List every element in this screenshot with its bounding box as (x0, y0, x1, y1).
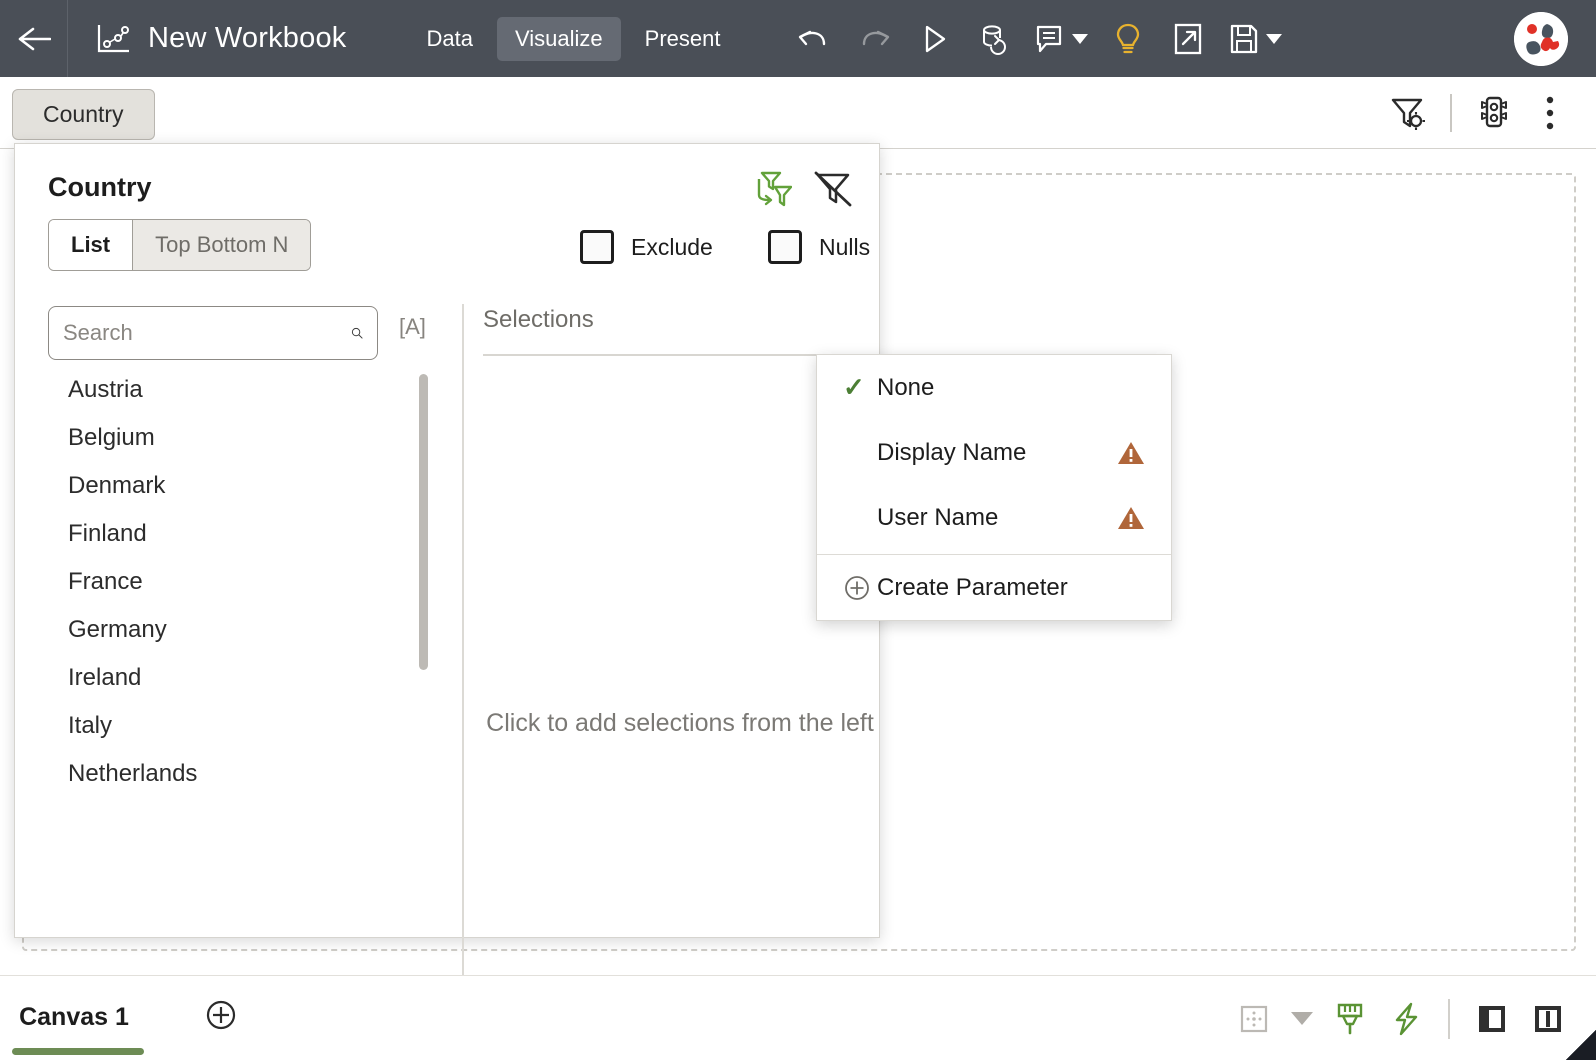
top-header-bar: New Workbook Data Visualize Present (0, 0, 1596, 77)
redo-icon[interactable] (844, 11, 904, 67)
resize-corner[interactable] (1566, 1030, 1596, 1060)
chevron-down-icon[interactable] (1265, 33, 1282, 44)
header-toolbar (784, 11, 1292, 67)
filter-editor-panel: Country List Top Bottom N Exclude Nulls … (14, 143, 880, 1060)
back-button[interactable] (0, 0, 68, 77)
bottom-toolbar (1226, 976, 1576, 1060)
tab-data[interactable]: Data (409, 17, 491, 61)
filter-mode-top-bottom-n[interactable]: Top Bottom N (132, 220, 311, 270)
bottom-status-bar: Canvas 1 (0, 975, 1596, 1060)
dropdown-item-label: User Name (877, 503, 999, 531)
undo-icon[interactable] (784, 11, 844, 67)
dropdown-item-display-name[interactable]: Display Name (817, 420, 1171, 485)
list-item[interactable]: Germany (48, 606, 448, 654)
bottom-toolbar-divider (1448, 998, 1450, 1039)
filter-panel-header-icons (747, 166, 857, 212)
dropdown-item-label: None (877, 373, 935, 401)
chevron-down-icon[interactable] (1071, 33, 1088, 44)
dropdown-item-label: Display Name (877, 438, 1027, 466)
exclude-checkbox-box[interactable] (580, 230, 614, 264)
subbar-toolbar (1380, 77, 1578, 149)
filter-panel-title: Country (48, 172, 152, 202)
dropdown-item-label: Create Parameter (877, 573, 1068, 601)
left-panel-toggle-icon[interactable] (1464, 991, 1520, 1047)
exclude-checkbox[interactable]: Exclude (580, 230, 713, 264)
clear-filter-icon[interactable] (809, 166, 857, 212)
check-icon: ✓ (843, 372, 865, 402)
panel-vertical-divider (462, 304, 464, 1054)
share-export-icon[interactable] (1158, 11, 1218, 67)
list-item[interactable]: Finland (48, 510, 448, 558)
list-item[interactable]: Ireland (48, 654, 448, 702)
app-root: New Workbook Data Visualize Present Coun… (0, 0, 1596, 1060)
list-item[interactable]: Denmark (48, 462, 448, 510)
quick-actions-lightning-icon[interactable] (1378, 991, 1434, 1047)
header-tabs: Data Visualize Present (409, 16, 739, 61)
list-item[interactable]: France (48, 558, 448, 606)
apply-filters-icon[interactable] (747, 166, 795, 212)
tab-visualize[interactable]: Visualize (496, 16, 621, 61)
dropdown-item-create-parameter[interactable]: Create Parameter (817, 555, 1171, 620)
search-input[interactable] (63, 320, 351, 346)
exclude-checkbox-label: Exclude (631, 233, 713, 260)
search-icon (351, 327, 363, 339)
tab-present[interactable]: Present (627, 17, 739, 61)
filter-mode-toggle: List Top Bottom N (48, 219, 312, 271)
nulls-checkbox-label: Nulls (819, 233, 871, 260)
avatar[interactable] (1514, 12, 1568, 66)
nulls-checkbox-box[interactable] (768, 230, 802, 264)
refresh-data-icon[interactable] (964, 11, 1024, 67)
comments-icon[interactable] (1024, 11, 1098, 67)
selections-title: Selections (483, 306, 594, 333)
plus-circle-icon (843, 574, 877, 602)
filter-chip-bar: Country (0, 77, 1596, 149)
canvas-tab[interactable]: Canvas 1 (0, 982, 148, 1052)
filter-chip-country[interactable]: Country (12, 89, 155, 140)
toolbar-divider (1450, 94, 1452, 132)
more-options-icon[interactable] (1522, 85, 1578, 141)
list-scrollbar[interactable] (419, 374, 428, 670)
search-field-wrapper (48, 306, 378, 360)
horizontal-scrollbar[interactable] (12, 1048, 144, 1055)
add-canvas-button[interactable] (204, 998, 238, 1037)
arrow-left-icon (18, 27, 51, 50)
filter-settings-icon[interactable] (1380, 85, 1436, 141)
filter-mode-list[interactable]: List (49, 220, 133, 270)
insights-bulb-icon[interactable] (1098, 11, 1158, 67)
nulls-checkbox[interactable]: Nulls (768, 230, 870, 264)
search-box[interactable] (48, 306, 378, 360)
workbook-chart-icon (96, 23, 130, 55)
list-item[interactable]: Austria (48, 366, 448, 414)
dropdown-item-user-name[interactable]: User Name (817, 485, 1171, 550)
list-item[interactable]: Netherlands (48, 750, 448, 798)
layout-grid-icon[interactable] (1226, 991, 1282, 1047)
save-icon[interactable] (1218, 11, 1292, 67)
traffic-light-icon[interactable] (1466, 85, 1522, 141)
warning-icon (1117, 505, 1145, 531)
selections-empty-text: Click to add selections from the left (486, 709, 874, 737)
case-sensitivity-icon[interactable]: [A] (399, 314, 426, 340)
dropdown-item-none[interactable]: ✓ None (817, 355, 1171, 420)
selections-column: Selections (483, 306, 877, 334)
run-icon[interactable] (904, 11, 964, 67)
workbook-title: New Workbook (148, 22, 347, 54)
list-item[interactable]: Belgium (48, 414, 448, 462)
parameter-dropdown-menu: ✓ None Display Name User Name Create Par… (816, 354, 1172, 621)
format-brush-icon[interactable] (1322, 991, 1378, 1047)
canvas-tab-label: Canvas 1 (19, 1002, 129, 1031)
plus-circle-icon (206, 1000, 236, 1030)
warning-icon (1117, 440, 1145, 466)
attribute-element-list[interactable]: Austria Belgium Denmark Finland France G… (48, 366, 448, 986)
layout-dropdown-caret-icon[interactable] (1282, 991, 1322, 1047)
list-item[interactable]: Italy (48, 702, 448, 750)
